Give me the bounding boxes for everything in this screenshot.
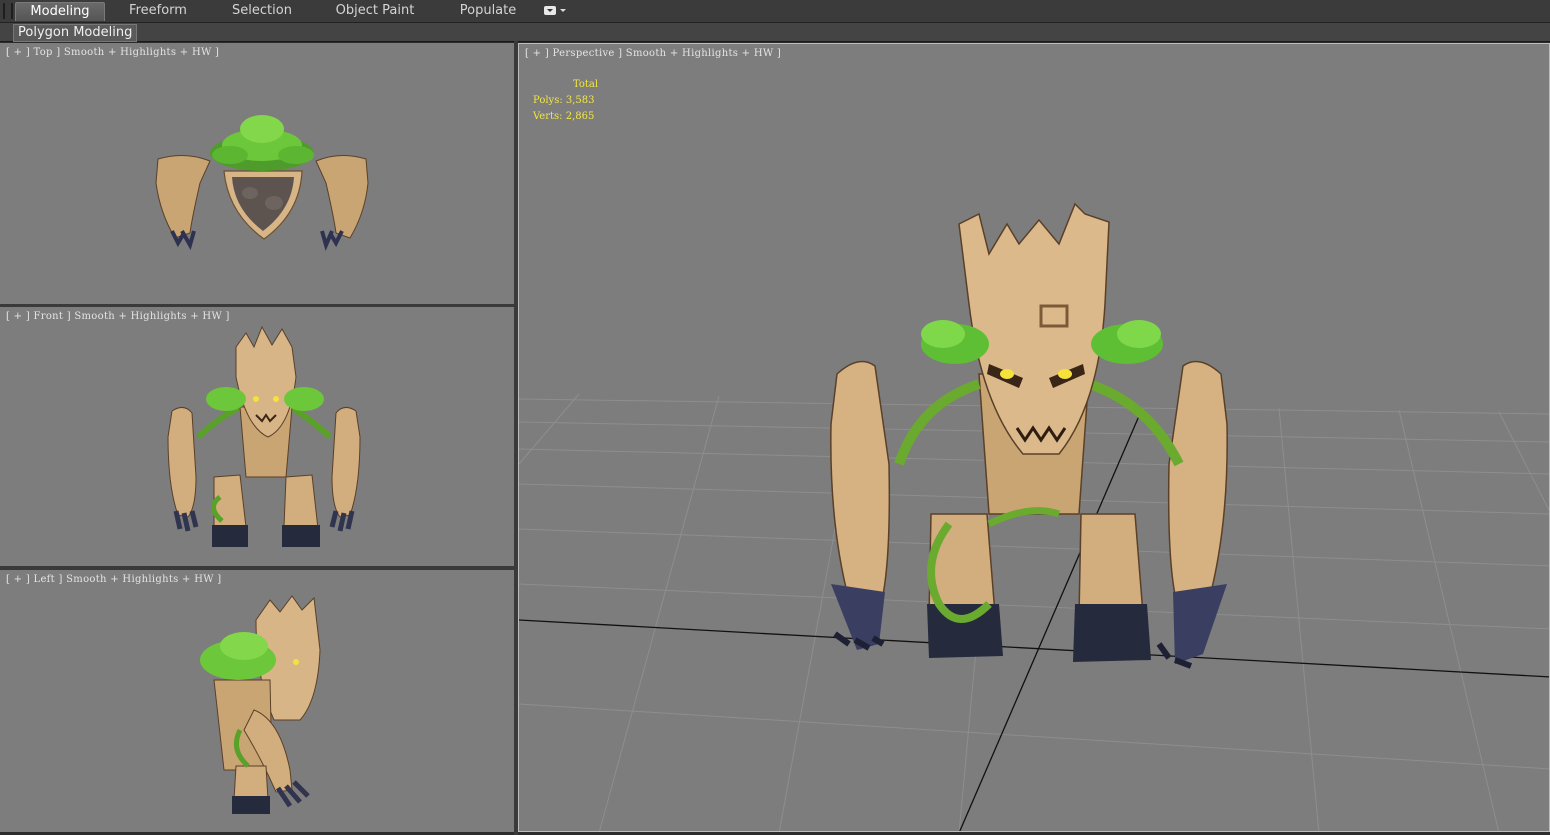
viewport-perspective[interactable]: [ + ] Perspective ] Smooth + Highlights … bbox=[518, 43, 1550, 832]
treant-model-left-view bbox=[200, 595, 321, 814]
tab-object-paint[interactable]: Object Paint bbox=[330, 2, 420, 20]
tab-selection[interactable]: Selection bbox=[222, 2, 302, 20]
viewport-left[interactable]: [ + ] Left ] Smooth + Highlights + HW ] bbox=[0, 570, 514, 832]
ribbon-panel-bar: Polygon Modeling bbox=[0, 23, 1550, 42]
treant-model-top-view bbox=[155, 115, 369, 251]
ribbon-options-icon bbox=[544, 6, 556, 15]
viewport-front[interactable]: [ + ] Front ] Smooth + Highlights + HW ] bbox=[0, 307, 514, 566]
viewport-label-perspective[interactable]: [ + ] Perspective ] Smooth + Highlights … bbox=[525, 48, 781, 59]
ribbon-options-dropdown[interactable] bbox=[544, 6, 568, 16]
stats-total-header: Total bbox=[573, 79, 599, 90]
stats-polys: Polys: 3,583 bbox=[533, 95, 595, 106]
viewport-top[interactable]: [ + ] Top ] Smooth + Highlights + HW ] bbox=[0, 43, 514, 304]
grid-axis-x bbox=[519, 619, 1549, 678]
tab-freeform[interactable]: Freeform bbox=[118, 2, 198, 20]
scene-statistics: Total Polys: 3,583 Verts: 2,865 bbox=[533, 77, 598, 125]
stats-verts: Verts: 2,865 bbox=[533, 111, 595, 122]
treant-model-front-view bbox=[167, 325, 361, 547]
ribbon-grip-handle[interactable] bbox=[3, 3, 13, 19]
tab-modeling[interactable]: Modeling bbox=[15, 2, 105, 21]
chevron-down-icon bbox=[560, 9, 566, 12]
polygon-modeling-panel-button[interactable]: Polygon Modeling bbox=[13, 24, 138, 42]
tab-populate[interactable]: Populate bbox=[452, 2, 524, 20]
perspective-scene bbox=[519, 202, 1549, 831]
ribbon-tab-bar: Modeling Freeform Selection Object Paint… bbox=[0, 0, 1550, 23]
